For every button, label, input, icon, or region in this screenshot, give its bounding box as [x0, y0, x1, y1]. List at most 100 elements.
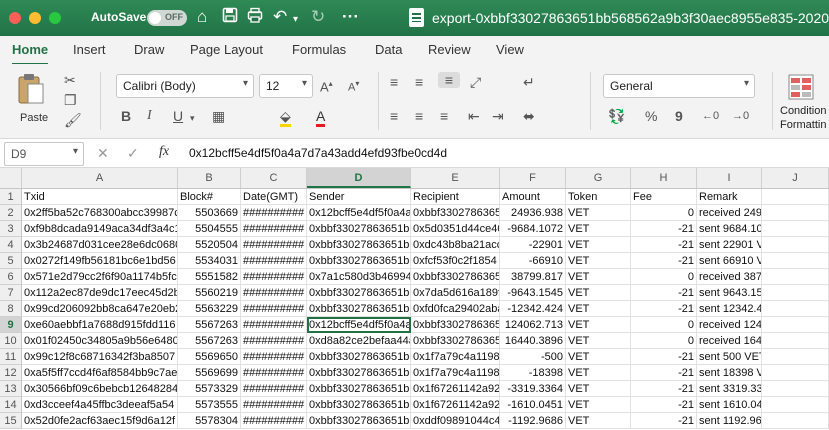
cell-g14[interactable]: VET: [566, 397, 631, 413]
cell-i2[interactable]: received 24936.938 VET: [697, 205, 762, 221]
cell-a4[interactable]: 0x3b24687d031cee28e6dc0680: [22, 237, 178, 253]
cell-j14[interactable]: [762, 397, 829, 413]
tab-data[interactable]: Data: [375, 42, 402, 57]
row-header[interactable]: 7: [0, 285, 22, 301]
font-name-dropdown[interactable]: Calibri (Body) ▾: [116, 74, 254, 98]
row-header[interactable]: 10: [0, 333, 22, 349]
column-header-c[interactable]: C: [241, 168, 307, 188]
cell-g10[interactable]: VET: [566, 333, 631, 349]
row-header[interactable]: 14: [0, 397, 22, 413]
cell-d9[interactable]: 0x12bcff5e4df5f0a4a: [307, 317, 411, 333]
cell-e11[interactable]: 0x1f7a79c4a1198: [411, 349, 500, 365]
cell-j10[interactable]: [762, 333, 829, 349]
cell-i1[interactable]: Remark: [697, 189, 762, 205]
cell-a1[interactable]: Txid: [22, 189, 178, 205]
cell-e15[interactable]: 0xddf09891044c4: [411, 413, 500, 429]
increase-font-size-icon[interactable]: A▴: [320, 76, 333, 95]
cell-f11[interactable]: -500: [500, 349, 566, 365]
cell-b8[interactable]: 5563229: [178, 301, 241, 317]
cell-d8[interactable]: 0xbbf33027863651b: [307, 301, 411, 317]
accounting-format-icon[interactable]: 💱: [608, 108, 625, 124]
cell-e4[interactable]: 0xdc43b8ba21acc: [411, 237, 500, 253]
paste-button[interactable]: Paste: [16, 72, 52, 128]
borders-icon[interactable]: ▦: [212, 108, 225, 124]
cell-e1[interactable]: Recipient: [411, 189, 500, 205]
cell-j11[interactable]: [762, 349, 829, 365]
cell-b1[interactable]: Block#: [178, 189, 241, 205]
cell-g6[interactable]: VET: [566, 269, 631, 285]
cell-a9[interactable]: 0xe60aebbf1a7688d915fdd116: [22, 317, 178, 333]
cell-b11[interactable]: 5569650: [178, 349, 241, 365]
tab-view[interactable]: View: [496, 42, 524, 57]
cell-i9[interactable]: received 124062.713 VET: [697, 317, 762, 333]
cell-b9[interactable]: 5567263: [178, 317, 241, 333]
cell-d10[interactable]: 0xd8a82ce2befaa44a: [307, 333, 411, 349]
cell-d2[interactable]: 0x12bcff5e4df5f0a4a: [307, 205, 411, 221]
row-header[interactable]: 9: [0, 317, 22, 333]
cell-f7[interactable]: -9643.1545: [500, 285, 566, 301]
cell-h13[interactable]: -21: [631, 381, 697, 397]
cell-h8[interactable]: -21: [631, 301, 697, 317]
cell-f4[interactable]: -22901: [500, 237, 566, 253]
cell-e14[interactable]: 0x1f67261142a92: [411, 397, 500, 413]
cell-e12[interactable]: 0x1f7a79c4a1198: [411, 365, 500, 381]
cell-j1[interactable]: [762, 189, 829, 205]
cell-e8[interactable]: 0xfd0fca29402aba: [411, 301, 500, 317]
cell-a2[interactable]: 0x2ff5ba52c768300abcc39987c: [22, 205, 178, 221]
cell-g5[interactable]: VET: [566, 253, 631, 269]
cell-j8[interactable]: [762, 301, 829, 317]
tab-page-layout[interactable]: Page Layout: [190, 42, 263, 57]
wrap-text-icon[interactable]: ↵: [523, 74, 535, 90]
italic-button[interactable]: I: [147, 108, 152, 124]
cell-c1[interactable]: Date(GMT): [241, 189, 307, 205]
cell-c8[interactable]: ##########: [241, 301, 307, 317]
cell-f15[interactable]: -1192.9686: [500, 413, 566, 429]
cell-a11[interactable]: 0x99c12f8c68716342f3ba8507: [22, 349, 178, 365]
cell-i10[interactable]: received 16440.38962751: [697, 333, 762, 349]
bold-button[interactable]: B: [121, 108, 131, 124]
column-header-g[interactable]: G: [566, 168, 631, 188]
tab-insert[interactable]: Insert: [73, 42, 106, 57]
cell-b5[interactable]: 5534031: [178, 253, 241, 269]
cell-d1[interactable]: Sender: [307, 189, 411, 205]
cell-j13[interactable]: [762, 381, 829, 397]
cell-d15[interactable]: 0xbbf33027863651b: [307, 413, 411, 429]
cell-a3[interactable]: 0xf9b8dcada9149aca34df3a4c1: [22, 221, 178, 237]
font-color-icon[interactable]: A: [316, 108, 326, 127]
row-header[interactable]: 3: [0, 221, 22, 237]
cell-f3[interactable]: -9684.1072: [500, 221, 566, 237]
tab-draw[interactable]: Draw: [134, 42, 164, 57]
cell-j9[interactable]: [762, 317, 829, 333]
cell-d13[interactable]: 0xbbf33027863651b: [307, 381, 411, 397]
cell-h6[interactable]: 0: [631, 269, 697, 285]
cell-a5[interactable]: 0x0272f149fb56181bc6e1bd56: [22, 253, 178, 269]
row-header[interactable]: 1: [0, 189, 22, 205]
cell-h2[interactable]: 0: [631, 205, 697, 221]
cell-g3[interactable]: VET: [566, 221, 631, 237]
cell-d14[interactable]: 0xbbf33027863651b: [307, 397, 411, 413]
cell-a15[interactable]: 0x52d0fe2acf63aec15f9d6a12f: [22, 413, 178, 429]
cell-a12[interactable]: 0xa5f5ff7ccd4f6af8584bb9c7ae: [22, 365, 178, 381]
number-format-dropdown[interactable]: General ▾: [603, 74, 755, 98]
home-icon[interactable]: ⌂: [197, 7, 207, 27]
more-icon[interactable]: ···: [342, 7, 359, 27]
zoom-window-button[interactable]: [49, 12, 61, 24]
save-icon[interactable]: [222, 7, 238, 28]
cell-g13[interactable]: VET: [566, 381, 631, 397]
decrease-decimal-icon[interactable]: →0: [732, 108, 749, 124]
cell-g2[interactable]: VET: [566, 205, 631, 221]
cell-d4[interactable]: 0xbbf33027863651b: [307, 237, 411, 253]
cell-f5[interactable]: -66910: [500, 253, 566, 269]
tab-review[interactable]: Review: [428, 42, 471, 57]
cell-c9[interactable]: ##########: [241, 317, 307, 333]
cell-i11[interactable]: sent 500 VET: [697, 349, 762, 365]
column-header-e[interactable]: E: [411, 168, 500, 188]
cell-c15[interactable]: ##########: [241, 413, 307, 429]
cell-c4[interactable]: ##########: [241, 237, 307, 253]
cell-d5[interactable]: 0xbbf33027863651b: [307, 253, 411, 269]
cell-a14[interactable]: 0xd3cceef4a45ffbc3deeaf5a54: [22, 397, 178, 413]
cell-b10[interactable]: 5567263: [178, 333, 241, 349]
conditional-formatting-button[interactable]: Condition Formattin: [780, 74, 829, 134]
cell-h14[interactable]: -21: [631, 397, 697, 413]
cell-c11[interactable]: ##########: [241, 349, 307, 365]
